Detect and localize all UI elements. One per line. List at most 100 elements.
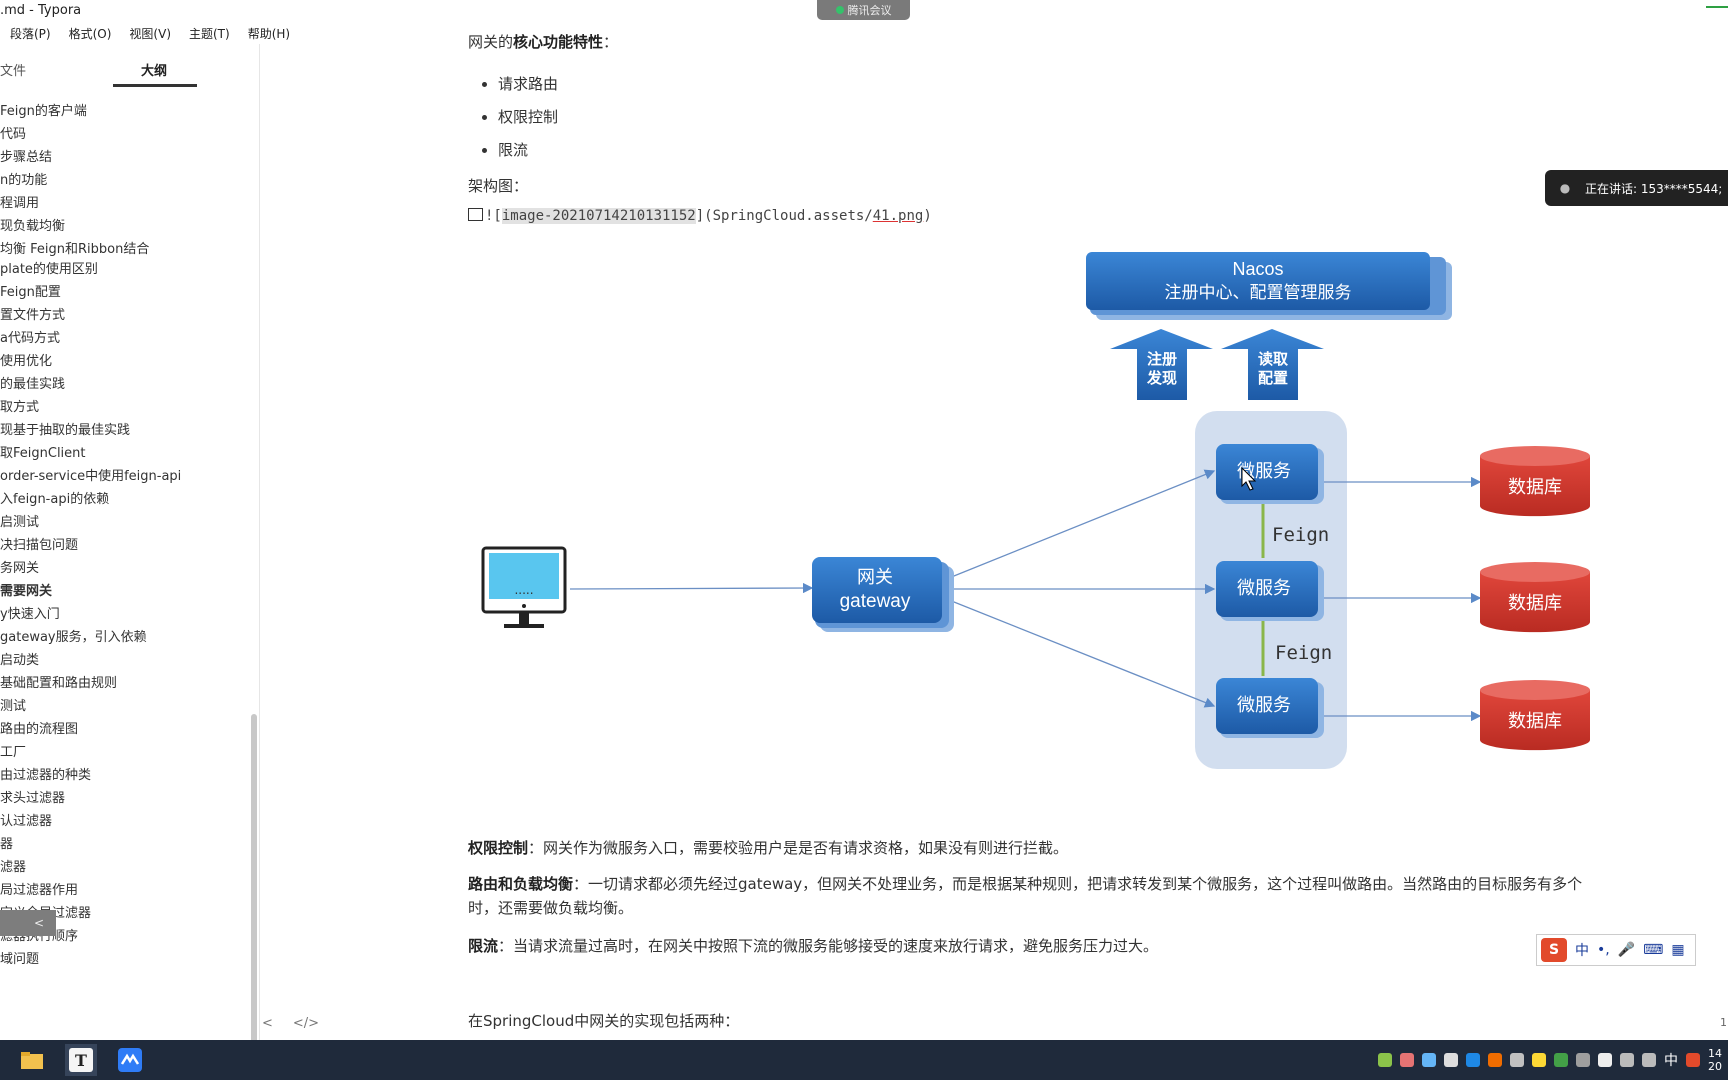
outline-item[interactable]: 现基于抽取的最佳实践: [0, 419, 250, 442]
tray-app-icon[interactable]: [1444, 1053, 1458, 1067]
tray-ime-lang[interactable]: 中: [1664, 1050, 1678, 1070]
tray-app-icon[interactable]: [1532, 1053, 1546, 1067]
outline-item[interactable]: 置文件方式: [0, 304, 250, 327]
meeting-label: 腾讯会议: [847, 4, 892, 17]
ime-keyboard-icon[interactable]: ⌨: [1643, 942, 1663, 958]
outline-item[interactable]: a代码方式: [0, 327, 250, 350]
outline-item[interactable]: 现负载均衡: [0, 215, 250, 238]
menu-paragraph[interactable]: 段落(P): [0, 22, 59, 44]
outline-item[interactable]: 器: [0, 833, 250, 856]
tray-app-icon[interactable]: [1400, 1053, 1414, 1067]
sidebar-scrollbar[interactable]: [251, 714, 257, 1040]
svg-text:读取: 读取: [1258, 350, 1289, 368]
outline-item[interactable]: 使用优化: [0, 350, 250, 373]
speaking-indicator: ● 正在讲话: 153****5544;: [1545, 170, 1728, 206]
svg-text:微服务: 微服务: [1237, 578, 1291, 598]
tray-sogou-icon[interactable]: [1686, 1053, 1700, 1067]
feign-label: Feign: [1275, 642, 1332, 664]
list-item: 限流: [481, 134, 558, 167]
svg-text:网关: 网关: [857, 567, 893, 587]
ime-menu-icon[interactable]: ▦: [1671, 942, 1684, 958]
outline-item[interactable]: 启测试: [0, 511, 250, 534]
menu-view[interactable]: 视图(V): [119, 22, 179, 44]
outline-item[interactable]: 决扫描包问题: [0, 534, 250, 557]
tray-volume-icon[interactable]: [1642, 1053, 1656, 1067]
menu-theme[interactable]: 主题(T): [179, 22, 238, 44]
gateway-box: 网关 gateway: [812, 557, 954, 632]
window-accent: [1706, 6, 1728, 8]
nacos-box: Nacos 注册中心、配置管理服务: [1086, 252, 1452, 320]
outline-item[interactable]: 步骤总结: [0, 146, 250, 169]
menu-help[interactable]: 帮助(H): [238, 22, 298, 44]
ime-toolbar[interactable]: S 中 •, 🎤 ⌨ ▦: [1536, 934, 1696, 966]
tray-app-icon[interactable]: [1422, 1053, 1436, 1067]
ime-punct[interactable]: •,: [1597, 942, 1610, 958]
outline-item[interactable]: 均衡 Feign和Ribbon结合: [0, 238, 250, 261]
outline-item[interactable]: 路由的流程图: [0, 718, 250, 741]
outline-item[interactable]: gateway服务，引入依赖: [0, 626, 250, 649]
outline-item[interactable]: 代码: [0, 123, 250, 146]
tray-clock[interactable]: 14 20: [1708, 1047, 1722, 1073]
outline-item[interactable]: 由过滤器的种类: [0, 764, 250, 787]
svg-text:发现: 发现: [1146, 369, 1177, 387]
outline-item[interactable]: 的最佳实践: [0, 373, 250, 396]
meeting-chip[interactable]: 腾讯会议: [817, 0, 910, 20]
svg-text:配置: 配置: [1258, 369, 1288, 387]
para-impl: 在SpringCloud中网关的实现包括两种：: [468, 1012, 740, 1030]
ime-lang[interactable]: 中: [1575, 940, 1589, 960]
outline-item[interactable]: 取方式: [0, 396, 250, 419]
tray-microphone-icon[interactable]: [1598, 1053, 1612, 1067]
ime-voice-icon[interactable]: 🎤: [1618, 942, 1635, 958]
outline-item[interactable]: 取FeignClient: [0, 442, 250, 465]
outline-item[interactable]: Feign配置: [0, 281, 250, 304]
tray-network-icon[interactable]: [1620, 1053, 1634, 1067]
microservice-box: 微服务: [1216, 678, 1324, 738]
outline-item[interactable]: Feign的客户端: [0, 100, 250, 123]
sidebar-collapse-button[interactable]: <: [0, 910, 56, 936]
outline-item[interactable]: 务网关: [0, 557, 250, 580]
outline-item[interactable]: 启动类: [0, 649, 250, 672]
tray-usb-icon[interactable]: [1576, 1053, 1590, 1067]
outline-item[interactable]: 需要网关: [0, 580, 250, 603]
outline-item[interactable]: n的功能: [0, 169, 250, 192]
para-routing: 路由和负载均衡：一切请求都必须先经过gateway，但网关不处理业务，而是根据某…: [468, 875, 1583, 917]
para-ratelimit: 限流：当请求流量过高时，在网关中按照下流的微服务能够接受的速度来放行请求，避免服…: [468, 937, 1159, 955]
architecture-diagram: Nacos 注册中心、配置管理服务 注册 发现 读取 配置 ..... Feig…: [481, 252, 1591, 769]
outline-item[interactable]: plate的使用区别: [0, 261, 250, 281]
outline-item[interactable]: order-service中使用feign-api: [0, 465, 250, 488]
outline-item[interactable]: 认过滤器: [0, 810, 250, 833]
tencent-meeting-app-icon[interactable]: [114, 1044, 146, 1076]
tray-security-icon[interactable]: [1554, 1053, 1568, 1067]
outline-item[interactable]: 求头过滤器: [0, 787, 250, 810]
image-source-line[interactable]: ![image-20210714210131152](SpringCloud.a…: [468, 208, 932, 224]
outline-item[interactable]: 程调用: [0, 192, 250, 215]
outline-item[interactable]: 基础配置和路由规则: [0, 672, 250, 695]
outline-list: Feign的客户端 代码 步骤总结 n的功能 程调用 现负载均衡 均衡 Feign和Ribb…: [0, 100, 250, 971]
outline-item[interactable]: 域问题: [0, 948, 250, 971]
outline-item[interactable]: y快速入门: [0, 603, 250, 626]
microservice-box: 微服务: [1216, 561, 1324, 621]
toggle-sidebar-button[interactable]: <: [262, 1016, 273, 1031]
outline-item[interactable]: 滤器: [0, 856, 250, 879]
client-monitor-icon: .....: [481, 546, 567, 628]
tab-files[interactable]: 文件: [0, 60, 26, 79]
tray-app-icon[interactable]: [1488, 1053, 1502, 1067]
tab-outline[interactable]: 大纲: [141, 60, 167, 79]
outline-item[interactable]: 入feign-api的依赖: [0, 488, 250, 511]
menu-format[interactable]: 格式(O): [59, 22, 120, 44]
window-title: .md - Typora: [0, 3, 82, 18]
tray-app-icon[interactable]: [1466, 1053, 1480, 1067]
outline-item[interactable]: 局过滤器作用: [0, 879, 250, 902]
file-explorer-icon[interactable]: [16, 1044, 48, 1076]
read-config-arrow: 读取 配置: [1221, 329, 1324, 400]
svg-text:数据库: 数据库: [1508, 477, 1562, 497]
tray-app-icon[interactable]: [1510, 1053, 1524, 1067]
microphone-icon: ●: [1559, 181, 1571, 195]
typora-app-icon[interactable]: T: [65, 1044, 97, 1076]
register-discover-arrow: 注册 发现: [1110, 329, 1213, 400]
source-mode-button[interactable]: </>: [293, 1016, 319, 1031]
outline-item[interactable]: 工厂: [0, 741, 250, 764]
tray-battery-icon[interactable]: [1378, 1053, 1392, 1067]
outline-item[interactable]: 测试: [0, 695, 250, 718]
nacos-subtitle: 注册中心、配置管理服务: [1165, 283, 1352, 302]
